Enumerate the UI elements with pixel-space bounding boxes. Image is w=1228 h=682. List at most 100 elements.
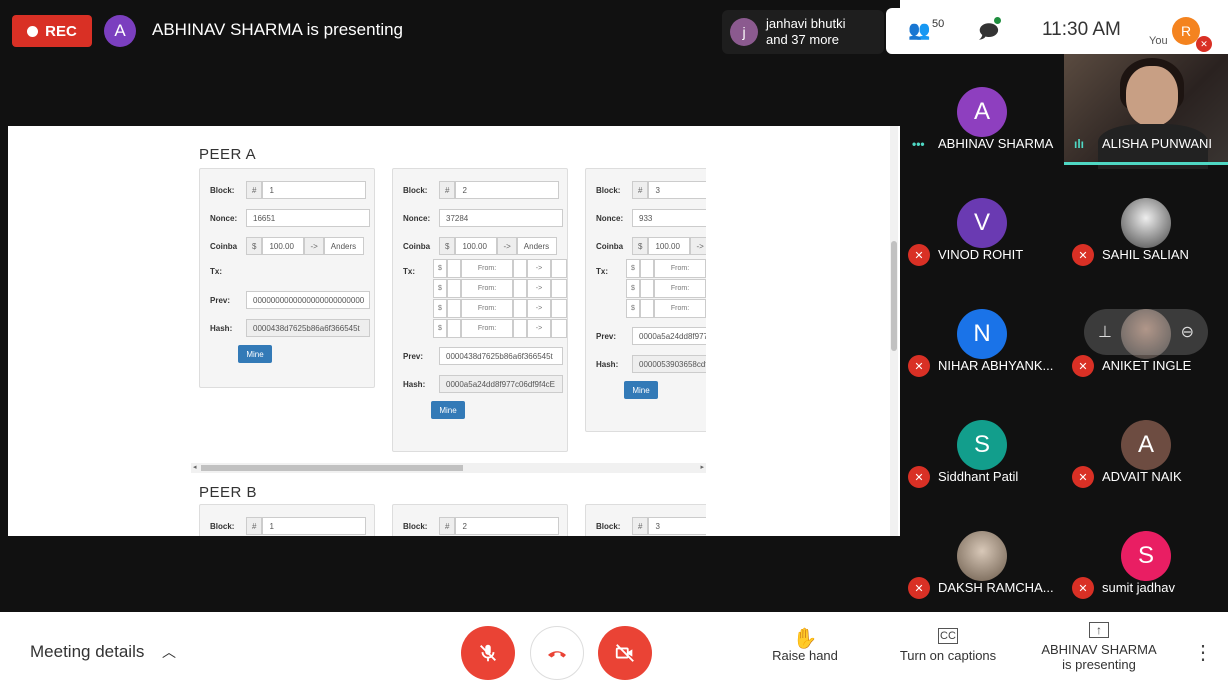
tx-arrow: -> <box>527 319 551 338</box>
row-label: Block: <box>403 521 428 531</box>
raise-hand-icon: ✋ <box>792 628 818 650</box>
participant-tile[interactable]: S ✕ Siddhant Patil <box>900 387 1064 498</box>
participant-avatar: A <box>957 87 1007 137</box>
participant-tile[interactable]: ⊥ ⊖ ✕ ANIKET INGLE <box>1064 276 1228 387</box>
tx-from: From: <box>654 279 706 298</box>
mine-button[interactable]: Mine <box>431 401 465 419</box>
tx-from: From: <box>461 299 513 318</box>
mine-button[interactable]: Mine <box>624 381 658 399</box>
top-bar: REC A ABHINAV SHARMA is presenting j jan… <box>0 0 1228 58</box>
participant-name: Siddhant Patil <box>938 469 1019 484</box>
prev-hash-input[interactable]: 0000000000000000000000000 <box>246 291 370 309</box>
coinbase-amount-input[interactable]: 100.00 <box>648 237 691 255</box>
coinbase-to-input[interactable]: Anders <box>323 237 364 255</box>
prev-hash-input[interactable]: 0000a5a24dd8f977c <box>632 327 706 345</box>
more-vert-icon[interactable]: ⋮ <box>1193 640 1213 665</box>
coinbase-to-input[interactable]: Anders <box>516 237 557 255</box>
tx-amount[interactable] <box>447 279 461 298</box>
nonce-input[interactable]: 933 <box>632 209 706 227</box>
hash-addon: # <box>632 181 649 199</box>
tx-from-input[interactable] <box>513 259 527 278</box>
tx-amount[interactable] <box>640 259 654 278</box>
tx-from: From: <box>461 259 513 278</box>
row-label: Hash: <box>596 359 619 369</box>
block-number-input[interactable]: 1 <box>262 181 367 199</box>
participant-name: DAKSH RAMCHA... <box>938 580 1054 595</box>
mic-off-icon: ✕ <box>1072 244 1094 266</box>
tx-amount[interactable] <box>640 279 654 298</box>
scroll-right-icon[interactable]: ▸ <box>700 463 704 471</box>
participant-tile[interactable]: N ✕ NIHAR ABHYANK... <box>900 276 1064 387</box>
captions-button[interactable]: CC Turn on captions <box>892 626 1004 663</box>
tx-amount[interactable] <box>447 299 461 318</box>
meet-window: REC A ABHINAV SHARMA is presenting j jan… <box>0 0 1228 682</box>
participant-photo <box>957 531 1007 581</box>
prev-hash-input[interactable]: 0000438d7625b86a6f366545t <box>439 347 563 365</box>
meeting-details-button[interactable]: Meeting details <box>30 642 144 662</box>
nonce-input[interactable]: 37284 <box>439 209 563 227</box>
scroll-thumb-v[interactable] <box>891 241 897 351</box>
scroll-left-icon[interactable]: ◂ <box>193 463 197 471</box>
participant-tile[interactable]: ✕ SAHIL SALIAN <box>1064 165 1228 276</box>
raise-hand-button[interactable]: ✋ Raise hand <box>765 626 845 663</box>
scroll-thumb[interactable] <box>201 465 463 471</box>
participant-tile[interactable]: S ✕ sumit jadhav <box>1064 498 1228 609</box>
row-label: Nonce: <box>210 213 238 223</box>
tx-amount[interactable] <box>447 259 461 278</box>
mine-button[interactable]: Mine <box>238 345 272 363</box>
horizontal-scrollbar[interactable]: ◂ ▸ <box>191 463 706 473</box>
participant-avatar: S <box>957 420 1007 470</box>
shared-screen: PEER A Block: #1 Nonce: 16651 Coinba $100.00-… <box>8 126 900 536</box>
tx-row: $From:-> <box>433 319 567 338</box>
remove-icon[interactable]: ⊖ <box>1181 322 1194 342</box>
tx-to[interactable] <box>551 299 567 318</box>
tx-amount[interactable] <box>640 299 654 318</box>
block-row: Block: #1 <box>210 181 367 199</box>
present-icon: ↑ <box>1089 622 1109 638</box>
tx-arrow: -> <box>527 299 551 318</box>
block-number-input[interactable]: 2 <box>455 517 560 535</box>
tx-to[interactable] <box>551 279 567 298</box>
people-icon[interactable]: 👥 <box>908 20 930 41</box>
tx-row: $From:-> <box>626 299 706 318</box>
camera-off-button[interactable] <box>598 626 652 680</box>
block-row: Block: #2 <box>403 181 560 199</box>
tx-from-input[interactable] <box>513 279 527 298</box>
end-call-button[interactable] <box>530 626 584 680</box>
vertical-scrollbar[interactable] <box>890 126 898 536</box>
nonce-input[interactable]: 16651 <box>246 209 370 227</box>
tx-amount[interactable] <box>447 319 461 338</box>
row-label: Prev: <box>403 351 424 361</box>
participant-tile[interactable]: A ••• ABHINAV SHARMA <box>900 54 1064 165</box>
hash-output: 0000053903658cdf6 <box>632 355 706 373</box>
viewers-chip[interactable]: j janhavi bhutki and 37 more <box>722 10 884 54</box>
row-label: Block: <box>210 185 235 195</box>
participant-tile[interactable]: V ✕ VINOD ROHIT <box>900 165 1064 276</box>
mic-off-icon: ✕ <box>908 577 930 599</box>
tx-to[interactable] <box>551 319 567 338</box>
tx-from-input[interactable] <box>513 299 527 318</box>
coinbase-amount-input[interactable]: 100.00 <box>455 237 498 255</box>
participant-tile[interactable]: ✕ DAKSH RAMCHA... <box>900 498 1064 609</box>
block-number-input[interactable]: 3 <box>648 181 706 199</box>
mic-off-button[interactable] <box>461 626 515 680</box>
hash-addon: # <box>246 517 263 535</box>
chevron-up-icon[interactable]: ︿ <box>162 642 176 662</box>
viewer-more: and 37 more <box>766 32 839 47</box>
dollar-addon: $ <box>439 237 456 255</box>
pin-icon[interactable]: ⊥ <box>1098 322 1112 342</box>
participant-tile[interactable]: ılı ALISHA PUNWANI <box>1064 54 1228 169</box>
tx-to[interactable] <box>551 259 567 278</box>
block-number-input[interactable]: 2 <box>455 181 560 199</box>
coinbase-amount-input[interactable]: 100.00 <box>262 237 305 255</box>
dollar-addon: $ <box>632 237 649 255</box>
block-number-input[interactable]: 1 <box>262 517 367 535</box>
presenting-button[interactable]: ↑ ABHINAV SHARMA is presenting <box>1040 620 1158 672</box>
block-row: Nonce: 16651 <box>210 209 370 227</box>
block-card: Block: #1 <box>199 504 375 536</box>
tx-from-input[interactable] <box>513 319 527 338</box>
block-number-input[interactable]: 3 <box>648 517 706 535</box>
participant-tile[interactable]: A ✕ ADVAIT NAIK <box>1064 387 1228 498</box>
participant-photo <box>1121 198 1171 248</box>
block-card: Block: #3 Nonce: 933 Coinba $100.00 -> Tx: $ From… <box>585 168 706 432</box>
